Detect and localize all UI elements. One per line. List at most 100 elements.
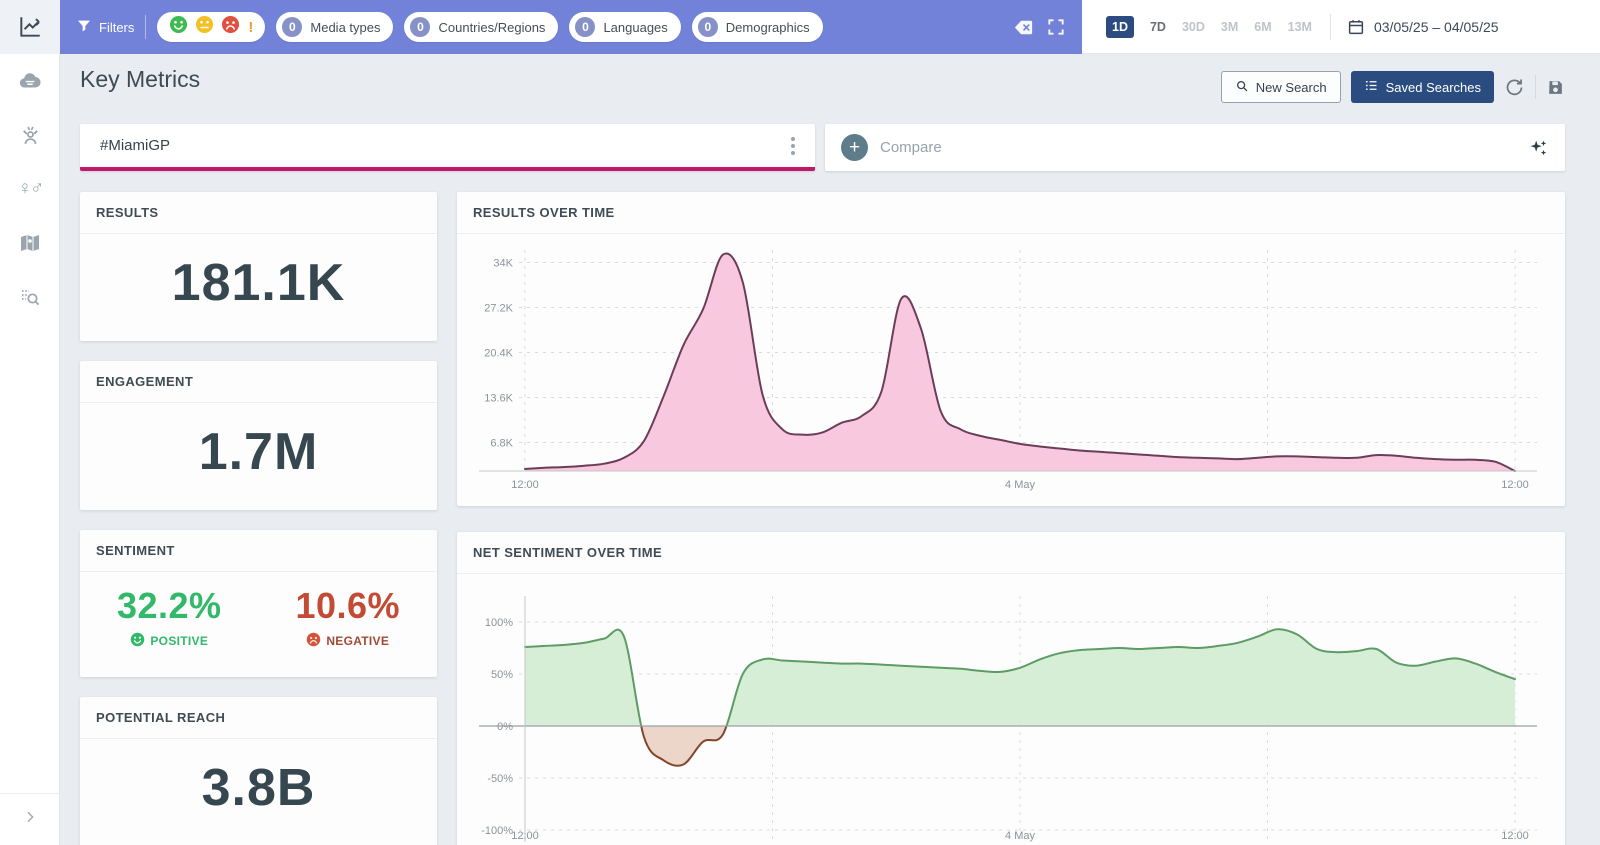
filter-pill-countries-regions[interactable]: 0 Countries/Regions	[404, 12, 558, 42]
exclamation-icon: !	[248, 19, 253, 36]
potential-reach-value: 3.8B	[80, 758, 437, 818]
sidebar-collapse-toggle[interactable]	[0, 793, 59, 845]
positive-face-icon	[130, 632, 145, 650]
range-1d[interactable]: 1D	[1106, 16, 1134, 38]
results-over-time-card: RESULTS OVER TIME 34K 27.2K 20.4K 13.6K 6.8K…	[457, 192, 1565, 506]
kebab-menu-icon[interactable]	[785, 133, 801, 159]
list-search-icon	[18, 285, 42, 309]
angry-face-icon	[221, 15, 240, 39]
card-title: RESULTS	[80, 192, 437, 234]
svg-text:12:00: 12:00	[511, 479, 539, 491]
sidebar-item-world-map[interactable]	[0, 216, 60, 270]
app-root: ♀♂ Filters	[0, 0, 1600, 845]
filters-button[interactable]: Filters	[76, 18, 134, 37]
chart-title: NET SENTIMENT OVER TIME	[457, 532, 1565, 574]
actions-divider	[1535, 75, 1536, 99]
svg-text:20.4K: 20.4K	[484, 348, 513, 360]
sentiment-positive: 32.2% POSITIVE	[80, 585, 259, 650]
svg-text:0%: 0%	[497, 721, 513, 733]
happy-face-icon	[169, 15, 188, 39]
engagement-value: 1.7M	[80, 422, 437, 482]
filters-label: Filters	[99, 20, 134, 35]
card-title: POTENTIAL REACH	[80, 697, 437, 739]
compare-box[interactable]: + Compare	[825, 124, 1565, 171]
cloud-icon	[17, 68, 43, 94]
new-search-button[interactable]: New Search	[1221, 71, 1341, 103]
negative-value: 10.6%	[259, 585, 438, 627]
gender-icon: ♀♂	[18, 178, 43, 200]
sentiment-filter-pill[interactable]: !	[157, 12, 265, 42]
saved-list-icon	[1364, 78, 1379, 96]
chevron-right-icon	[22, 809, 38, 830]
positive-value: 32.2%	[80, 585, 259, 627]
sidebar-item-demographics[interactable]: ♀♂	[0, 162, 60, 216]
negative-face-icon	[306, 632, 321, 650]
sidebar-item-word-cloud[interactable]	[0, 54, 60, 108]
timerange-bar: 1D 7D 30D 3M 6M 13M 03/05/25 – 04/05/25	[1082, 0, 1600, 54]
potential-reach-card: POTENTIAL REACH 3.8B	[80, 697, 437, 845]
svg-text:12:00: 12:00	[1501, 479, 1529, 491]
clear-filters-icon[interactable]	[1012, 16, 1035, 39]
filter-pill-languages[interactable]: 0 Languages	[569, 12, 680, 42]
svg-text:34K: 34K	[493, 258, 513, 270]
svg-text:4 May: 4 May	[1005, 479, 1035, 491]
page-title: Key Metrics	[80, 66, 200, 93]
compare-placeholder: Compare	[880, 139, 1515, 156]
results-over-time-chart: 34K 27.2K 20.4K 13.6K 6.8K 12:00 4 May 12:00	[457, 234, 1565, 506]
range-30d[interactable]: 30D	[1182, 20, 1205, 34]
calendar-icon[interactable]	[1347, 18, 1365, 36]
svg-text:12:00: 12:00	[1501, 830, 1529, 842]
date-range[interactable]: 03/05/25 – 04/05/25	[1374, 19, 1499, 35]
count-badge: 0	[575, 17, 595, 37]
svg-text:12:00: 12:00	[511, 830, 539, 842]
filter-pill-media-types[interactable]: 0 Media types	[276, 12, 393, 42]
range-6m[interactable]: 6M	[1254, 20, 1271, 34]
svg-text:27.2K: 27.2K	[484, 303, 513, 315]
sidebar-item-key-metrics[interactable]	[0, 0, 60, 54]
funnel-icon	[76, 18, 92, 37]
sidebar-item-influencers[interactable]	[0, 108, 60, 162]
save-icon[interactable]	[1546, 78, 1565, 97]
ai-sparkle-icon[interactable]	[1527, 137, 1549, 159]
topbar-divider	[145, 15, 146, 39]
person-cheering-icon	[18, 123, 43, 148]
search-query-box[interactable]: #MiamiGP	[80, 124, 815, 171]
timerange-divider	[1330, 14, 1331, 40]
search-query-text: #MiamiGP	[100, 137, 785, 154]
svg-text:50%: 50%	[491, 669, 513, 681]
results-value: 181.1K	[80, 253, 437, 313]
card-title: ENGAGEMENT	[80, 361, 437, 403]
saved-searches-button[interactable]: Saved Searches	[1351, 71, 1494, 103]
count-badge: 0	[282, 17, 302, 37]
count-badge: 0	[410, 17, 430, 37]
svg-text:13.6K: 13.6K	[484, 393, 513, 405]
neutral-face-icon	[195, 15, 214, 39]
results-card: RESULTS 181.1K	[80, 192, 437, 341]
net-sentiment-over-time-chart: 100%50%0%-50%-100%12:004 May12:00	[457, 574, 1565, 845]
add-compare-icon: +	[841, 134, 868, 161]
chart-title: RESULTS OVER TIME	[457, 192, 1565, 234]
range-13m[interactable]: 13M	[1288, 20, 1312, 34]
svg-text:-100%: -100%	[481, 825, 513, 837]
map-icon	[18, 231, 42, 255]
range-3m[interactable]: 3M	[1221, 20, 1238, 34]
trend-chart-icon	[17, 14, 43, 40]
search-icon	[1235, 79, 1249, 96]
range-7d[interactable]: 7D	[1150, 20, 1166, 34]
fullscreen-icon[interactable]	[1046, 17, 1066, 37]
svg-text:-50%: -50%	[487, 773, 513, 785]
header-actions: New Search Saved Searches	[1221, 71, 1565, 103]
svg-text:6.8K: 6.8K	[490, 438, 513, 450]
sidebar-item-topic-search[interactable]	[0, 270, 60, 324]
svg-text:100%: 100%	[485, 617, 513, 629]
count-badge: 0	[698, 17, 718, 37]
sentiment-negative: 10.6% NEGATIVE	[259, 585, 438, 650]
sentiment-card: SENTIMENT 32.2% POSITIVE 10.6% NEGATIVE	[80, 530, 437, 677]
card-title: SENTIMENT	[80, 530, 437, 572]
sidebar: ♀♂	[0, 0, 60, 845]
svg-text:4 May: 4 May	[1005, 830, 1035, 842]
filter-pill-demographics[interactable]: 0 Demographics	[692, 12, 823, 42]
engagement-card: ENGAGEMENT 1.7M	[80, 361, 437, 510]
refresh-icon[interactable]	[1504, 77, 1525, 98]
negative-label: NEGATIVE	[326, 634, 389, 648]
